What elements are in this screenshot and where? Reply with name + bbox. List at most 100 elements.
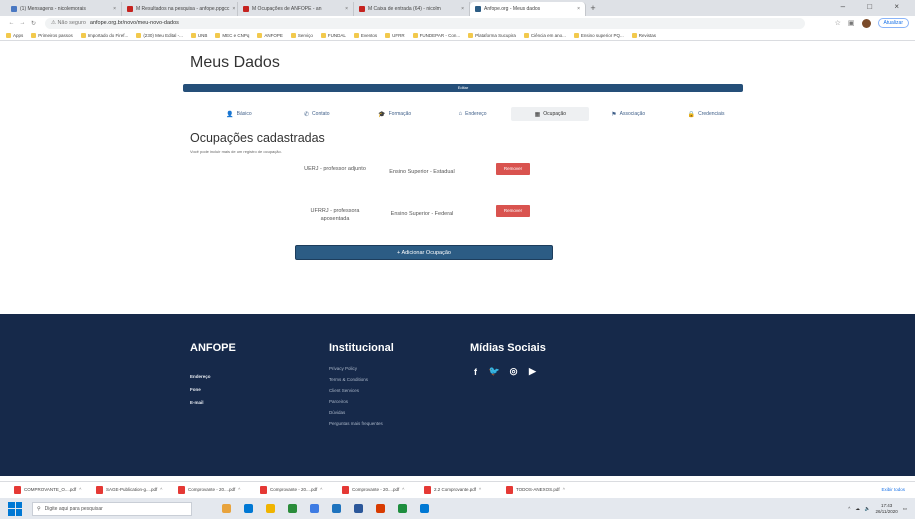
browser-tab[interactable]: M Caixa de entrada (64) - nicolm × <box>354 2 470 16</box>
notifications-icon[interactable]: ▭ <box>903 506 907 512</box>
browser-tab[interactable]: M Resultados na pesquisa - anfope.ppgcc × <box>122 2 238 16</box>
bookmark-label: FUNDEPAR - Con... <box>419 32 461 38</box>
instagram-icon[interactable]: ◎ <box>508 366 519 377</box>
download-item[interactable]: Comprovante - 20....pdf ^ <box>342 485 418 494</box>
taskbar-search-input[interactable]: ⚲ Digite aqui para pesquisar <box>32 501 192 516</box>
bookmark-item[interactable]: Serviço <box>290 32 313 38</box>
extension-icon[interactable]: ▣ <box>848 19 855 27</box>
footer-address: Endereço <box>190 374 211 379</box>
bookmark-item[interactable]: ANFOPE <box>257 32 283 38</box>
chevron-up-icon[interactable]: ^ <box>320 487 322 492</box>
bookmark-label: Importado do Firef... <box>87 32 129 38</box>
add-occupation-button[interactable]: + Adicionar Ocupação <box>295 245 553 260</box>
close-tab-icon[interactable]: × <box>342 6 348 12</box>
bookmark-item[interactable]: Plataforma Sucupira <box>468 32 516 38</box>
bookmark-item[interactable]: Ensino superior PQ... <box>573 32 624 38</box>
download-item[interactable]: Comprovante - 20....pdf ^ <box>178 485 254 494</box>
forward-icon[interactable]: → <box>17 20 28 26</box>
security-indicator[interactable]: ⚠ Não seguro <box>51 20 86 26</box>
tab-associacao[interactable]: ⚑ Associação <box>589 107 667 121</box>
network-icon[interactable]: ☁ <box>855 506 860 512</box>
bookmark-item[interactable]: FUNDAL <box>320 32 346 38</box>
bookmark-item[interactable]: Ciência em ano... <box>523 32 566 38</box>
avatar[interactable] <box>861 18 871 28</box>
close-tab-icon[interactable]: × <box>574 6 580 12</box>
download-item[interactable]: TODOS-ANEXOS.pdf ^ <box>506 485 582 494</box>
taskbar-app-icon[interactable] <box>222 504 231 513</box>
facebook-icon[interactable]: f <box>470 366 481 377</box>
tab-contato[interactable]: ✆ Contato <box>278 107 356 121</box>
download-item[interactable]: 2.2 Comprovante.pdf ^ <box>424 485 500 494</box>
footer-link[interactable]: Parceiros <box>329 399 394 404</box>
bookmark-item[interactable]: (230) Meu Edital -... <box>136 32 183 38</box>
url-field[interactable]: ⚠ Não seguro anfope.org.br/novo/meu-novo… <box>45 17 805 29</box>
show-all-downloads-link[interactable]: Exibir todos <box>881 487 905 492</box>
footer-link[interactable]: Client Services <box>329 388 394 393</box>
tab-formacao[interactable]: 🎓 Formação <box>356 107 434 121</box>
taskbar-app-icon[interactable] <box>310 504 319 513</box>
window-controls[interactable]: – □ × <box>841 2 909 11</box>
bookmark-item[interactable]: Eventos <box>353 32 377 38</box>
pdf-icon <box>96 485 103 494</box>
download-item[interactable]: Comprovante - 20....pdf ^ <box>260 485 336 494</box>
close-tab-icon[interactable]: × <box>229 6 235 12</box>
occupation-type: Ensino Superior - Federal <box>390 211 454 217</box>
new-tab-button[interactable]: + <box>586 2 600 16</box>
twitter-icon[interactable]: 🐦 <box>489 366 500 377</box>
chevron-up-icon[interactable]: ^ <box>563 487 565 492</box>
chevron-up-icon[interactable]: ^ <box>238 487 240 492</box>
taskbar-app-icon[interactable] <box>420 504 429 513</box>
taskbar-app-icon[interactable] <box>288 504 297 513</box>
chevron-up-icon[interactable]: ^ <box>160 487 162 492</box>
handshake-icon: ⚑ <box>611 111 617 118</box>
footer-link[interactable]: Perguntas mais frequentes <box>329 421 394 426</box>
bookmark-item[interactable]: FUNDEPAR - Con... <box>412 32 461 38</box>
footer-link[interactable]: Privacy Policy <box>329 366 394 371</box>
tab-ocupacao[interactable]: ▦ Ocupação <box>511 107 590 121</box>
windows-start-icon[interactable] <box>8 501 22 516</box>
tab-basico[interactable]: 👤 Básico <box>200 107 278 121</box>
lock-icon: 🔒 <box>687 111 696 118</box>
browser-tab[interactable]: M Ocupações de ANFOPE - an × <box>238 2 354 16</box>
download-item[interactable]: COMPROVANTE_O....pdf ^ <box>14 485 90 494</box>
close-tab-icon[interactable]: × <box>458 6 464 12</box>
taskbar-app-icon[interactable] <box>332 504 341 513</box>
chevron-up-icon[interactable]: ^ <box>479 487 481 492</box>
bookmark-item[interactable]: Revistas <box>631 32 656 38</box>
taskbar-app-icon[interactable] <box>354 504 363 513</box>
tray-chevron-icon[interactable]: ^ <box>848 506 850 511</box>
browser-tab[interactable]: (1) Mensagens - nicolemorais × <box>6 2 122 16</box>
chevron-up-icon[interactable]: ^ <box>402 487 404 492</box>
tab-credenciais[interactable]: 🔒 Credenciais <box>667 107 745 121</box>
bookmark-item[interactable]: UFRR <box>385 32 405 38</box>
browser-tab[interactable]: Anfope.org - Meus dados × <box>470 2 586 16</box>
footer-link[interactable]: Terms & Conditions <box>329 377 394 382</box>
close-tab-icon[interactable]: × <box>110 6 116 12</box>
address-bar-row: ← → ↻ ⚠ Não seguro anfope.org.br/novo/me… <box>0 16 915 30</box>
download-item[interactable]: SAGE-Publication-g....pdf ^ <box>96 485 172 494</box>
user-icon: 👤 <box>226 111 234 118</box>
bookmark-item[interactable]: UNB <box>190 32 207 38</box>
taskbar-app-icon[interactable] <box>266 504 275 513</box>
download-filename: SAGE-Publication-g....pdf <box>106 487 158 492</box>
volume-icon[interactable]: 🔈 <box>865 506 871 512</box>
bookmark-item[interactable]: Primeiros passos <box>31 32 73 38</box>
star-icon[interactable]: ☆ <box>835 19 841 27</box>
tab-endereco[interactable]: ⌂ Endereço <box>434 107 512 121</box>
bookmark-item[interactable]: MEC e CNPq <box>215 32 249 38</box>
tab-favicon-icon <box>475 6 481 12</box>
youtube-icon[interactable]: ▶ <box>527 366 538 377</box>
clock[interactable]: 17:43 26/11/2020 <box>876 503 898 515</box>
remove-occupation-button[interactable]: Remover <box>496 205 530 217</box>
taskbar-app-icon[interactable] <box>376 504 385 513</box>
remove-occupation-button[interactable]: Remover <box>496 163 530 175</box>
taskbar-app-icon[interactable] <box>398 504 407 513</box>
bookmark-item[interactable]: Importado do Firef... <box>80 32 129 38</box>
chevron-up-icon[interactable]: ^ <box>79 487 81 492</box>
bookmark-item[interactable]: Apps <box>6 32 23 38</box>
footer-link[interactable]: Dúvidas <box>329 410 394 415</box>
taskbar-app-icon[interactable] <box>244 504 253 513</box>
back-icon[interactable]: ← <box>6 20 17 26</box>
reload-icon[interactable]: ↻ <box>28 20 39 27</box>
update-button[interactable]: Atualizar <box>877 18 909 28</box>
